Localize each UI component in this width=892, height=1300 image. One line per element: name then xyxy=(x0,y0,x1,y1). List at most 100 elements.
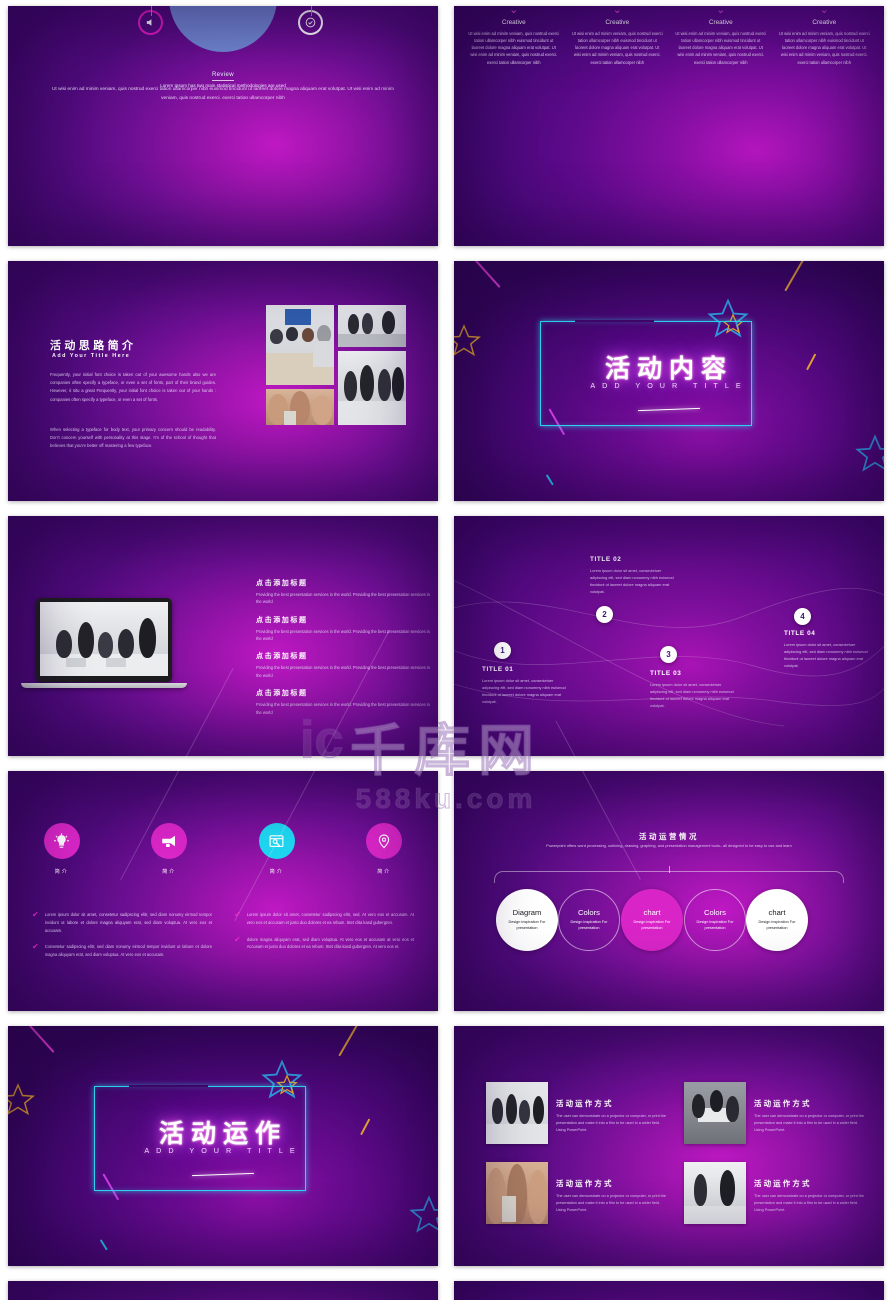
slide-cell-2[interactable]: ⌄ Creative Ut wisi enim ad minim veniam,… xyxy=(446,0,892,255)
bullet-columns: ✔ Lorem ipsum dolor sit amet, consetetur… xyxy=(32,910,414,968)
photo-text-cell: 活动运作方式 The user can demonstrate on a pro… xyxy=(684,1082,866,1144)
bullet-column: ✔ Lorem ipsum dolor sit amet, consetetur… xyxy=(234,911,414,968)
cell-body: The user can demonstrate on a projector … xyxy=(754,1194,864,1212)
bullet-item: ✔ Lorem ipsum dolor sit amet, consetetur… xyxy=(32,910,212,934)
photo-text-cell: 活动运作方式 The user can demonstrate on a pro… xyxy=(486,1162,668,1224)
slide-operation-circles[interactable]: 活动运营情况 Powerpoint offers word processing… xyxy=(454,771,884,1011)
slide-thumbnail-deck: Review Lorem Ipsum has two main statisti… xyxy=(0,0,892,1300)
item-body: Providing the best presentation services… xyxy=(256,592,430,605)
slide-cell-9[interactable]: 活动运作 ADD YOUR TITLE xyxy=(0,1020,446,1275)
star-icon xyxy=(8,1083,35,1116)
creative-title: Creative xyxy=(708,19,733,26)
creative-title: Creative xyxy=(812,19,837,26)
timeline-title: TITLE 01 xyxy=(482,666,514,673)
creative-column: ⌄ Creative Ut wisi enim ad minim veniam,… xyxy=(669,6,773,66)
slide-cell-12[interactable]: 活动运作方式 Lorem ipsum dolor sit amet, conse… xyxy=(446,1275,892,1300)
section-title-en: ADD YOUR TITLE xyxy=(144,1146,302,1155)
icon-label: 简介 xyxy=(162,869,177,875)
slide-section-title-operation[interactable]: 活动运作 ADD YOUR TITLE xyxy=(8,1026,438,1266)
bullet-text: dolore magna aliquyam erat, sed diam vol… xyxy=(246,936,414,950)
timeline-block: TITLE 04 Lorem ipsum dolor sit amet, con… xyxy=(784,630,870,669)
check-icon: ✔ xyxy=(32,910,39,919)
slide-timeline[interactable]: 1 TITLE 01 Lorem ipsum dolor sit amet, c… xyxy=(454,516,884,756)
photo-collage xyxy=(266,305,406,425)
section-title-en: ADD YOUR TITLE xyxy=(590,381,748,390)
creative-body: Ut wisi enim ad minim veniam, quis nostr… xyxy=(675,31,767,65)
location-pin-icon xyxy=(366,823,403,859)
slide-icon-bullets[interactable]: 简介 简介 简介 简介 ✔ Lorem ipsum dolor sit amet… xyxy=(8,771,438,1011)
check-icon: ✔ xyxy=(32,942,39,952)
circle-desc: Design inspiration For presentation xyxy=(696,920,734,930)
icon-label: 简介 xyxy=(377,869,392,875)
creative-column: ⌄ Creative Ut wisi enim ad minim veniam,… xyxy=(462,6,566,66)
laptop-photo xyxy=(40,602,168,676)
cell-text: 活动运作方式 The user can demonstrate on a pro… xyxy=(556,1082,668,1144)
icon-stem xyxy=(310,6,312,16)
circle-colors[interactable]: Colors Design inspiration For presentati… xyxy=(684,889,746,951)
slide-x-diagram[interactable]: 活动运作方式 Lorem ipsum dolor sit amet, conse… xyxy=(454,1281,884,1300)
timeline-title: TITLE 02 xyxy=(590,556,622,563)
slide-stat-laptop[interactable]: 47 % 活动运作 print the presentation and mak… xyxy=(8,1281,438,1300)
cell-heading: 活动运作方式 xyxy=(556,1099,614,1108)
item-heading: 点击添加标题 xyxy=(256,616,308,624)
photo-text-cell: 活动运作方式 The user can demonstrate on a pro… xyxy=(684,1162,866,1224)
circle-desc: Design inspiration For presentation xyxy=(508,920,546,930)
slide-review-circles[interactable]: Review Lorem Ipsum has two main statisti… xyxy=(8,6,438,246)
circle-label: Colors xyxy=(578,908,600,918)
slide-background xyxy=(8,771,438,1011)
creative-column-list: ⌄ Creative Ut wisi enim ad minim veniam,… xyxy=(462,6,876,66)
icon-cell[interactable]: 简介 xyxy=(223,823,331,875)
icon-row: 简介 简介 简介 简介 xyxy=(8,823,438,875)
circle-diagram[interactable]: Diagram Design inspiration For presentat… xyxy=(496,889,558,951)
icon-cell[interactable]: 简介 xyxy=(331,823,439,875)
slide-laptop-list[interactable]: 点击添加标题 Providing the best presentation s… xyxy=(8,516,438,756)
slide-cell-1[interactable]: Review Lorem Ipsum has two main statisti… xyxy=(0,0,446,255)
circle-desc: Design inspiration For presentation xyxy=(758,920,796,930)
photo-meeting xyxy=(486,1082,548,1144)
page-title-en: Add Your Title Here xyxy=(52,353,131,359)
cell-heading: 活动运作方式 xyxy=(754,1179,812,1188)
icon-cell[interactable]: 简介 xyxy=(8,823,116,875)
laptop-mockup xyxy=(21,598,187,688)
slide-cell-6[interactable]: 1 TITLE 01 Lorem ipsum dolor sit amet, c… xyxy=(446,510,892,765)
slide-cell-10[interactable]: 活动运作方式 The user can demonstrate on a pro… xyxy=(446,1020,892,1275)
item-body: Providing the best presentation services… xyxy=(256,702,430,715)
slide-cell-4[interactable]: 活动内容 ADD YOUR TITLE xyxy=(446,255,892,510)
circle-desc: Design inspiration For presentation xyxy=(570,920,608,930)
slide-cell-5[interactable]: 点击添加标题 Providing the best presentation s… xyxy=(0,510,446,765)
chevron-down-icon: ⌄ xyxy=(612,6,622,16)
photo-text-cell: 活动运作方式 The user can demonstrate on a pro… xyxy=(486,1082,668,1144)
slide-intro-photos[interactable]: 活动思路简介 Add Your Title Here Frequently, y… xyxy=(8,261,438,501)
list-item: 点击添加标题 Providing the best presentation s… xyxy=(256,688,430,716)
slide-background xyxy=(454,1281,884,1300)
slide-creative-columns[interactable]: ⌄ Creative Ut wisi enim ad minim veniam,… xyxy=(454,6,884,246)
icon-cell[interactable]: 简介 xyxy=(116,823,224,875)
slide-section-title-content[interactable]: 活动内容 ADD YOUR TITLE xyxy=(454,261,884,501)
creative-title: Creative xyxy=(501,19,526,26)
circle-colors[interactable]: Colors Design inspiration For presentati… xyxy=(558,889,620,951)
bullet-text: Lorem ipsum dolor sit amet, consetetur s… xyxy=(44,912,212,933)
circle-chart-highlight[interactable]: chart Design inspiration For presentatio… xyxy=(621,889,683,951)
timeline-body: Lorem ipsum dolor sit amet, consectetuer… xyxy=(784,642,868,669)
slide-cell-8[interactable]: 活动运营情况 Powerpoint offers word processing… xyxy=(446,765,892,1020)
circle-chart[interactable]: chart Design inspiration For presentatio… xyxy=(746,889,808,951)
photo-desk-group xyxy=(684,1082,746,1144)
bullet-text: Consetetur sadipscing elitr, sed diam no… xyxy=(44,944,212,958)
timeline-block: TITLE 02 Lorem ipsum dolor sit amet, con… xyxy=(590,556,676,595)
slide-photo-grid[interactable]: 活动运作方式 The user can demonstrate on a pro… xyxy=(454,1026,884,1266)
slide-cell-7[interactable]: 简介 简介 简介 简介 ✔ Lorem ipsum dolor sit amet… xyxy=(0,765,446,1020)
circle-desc: Design inspiration For presentation xyxy=(633,920,671,930)
icon-label: 简介 xyxy=(269,869,284,875)
check-circle-icon xyxy=(298,6,323,35)
review-title: Review xyxy=(211,72,235,81)
browser-tools-icon xyxy=(258,823,295,859)
creative-column: ⌄ Creative Ut wisi enim ad minim veniam,… xyxy=(773,6,877,66)
item-heading: 点击添加标题 xyxy=(256,580,308,587)
timeline-node: 1 xyxy=(494,642,511,659)
slide-cell-11[interactable]: 47 % 活动运作 print the presentation and mak… xyxy=(0,1275,446,1300)
circle-label: Diagram xyxy=(512,908,542,918)
cell-text: 活动运作方式 The user can demonstrate on a pro… xyxy=(754,1082,866,1144)
slide-cell-3[interactable]: 活动思路简介 Add Your Title Here Frequently, y… xyxy=(0,255,446,510)
item-body: Providing the best presentation services… xyxy=(256,665,430,678)
timeline-node: 4 xyxy=(794,608,811,625)
